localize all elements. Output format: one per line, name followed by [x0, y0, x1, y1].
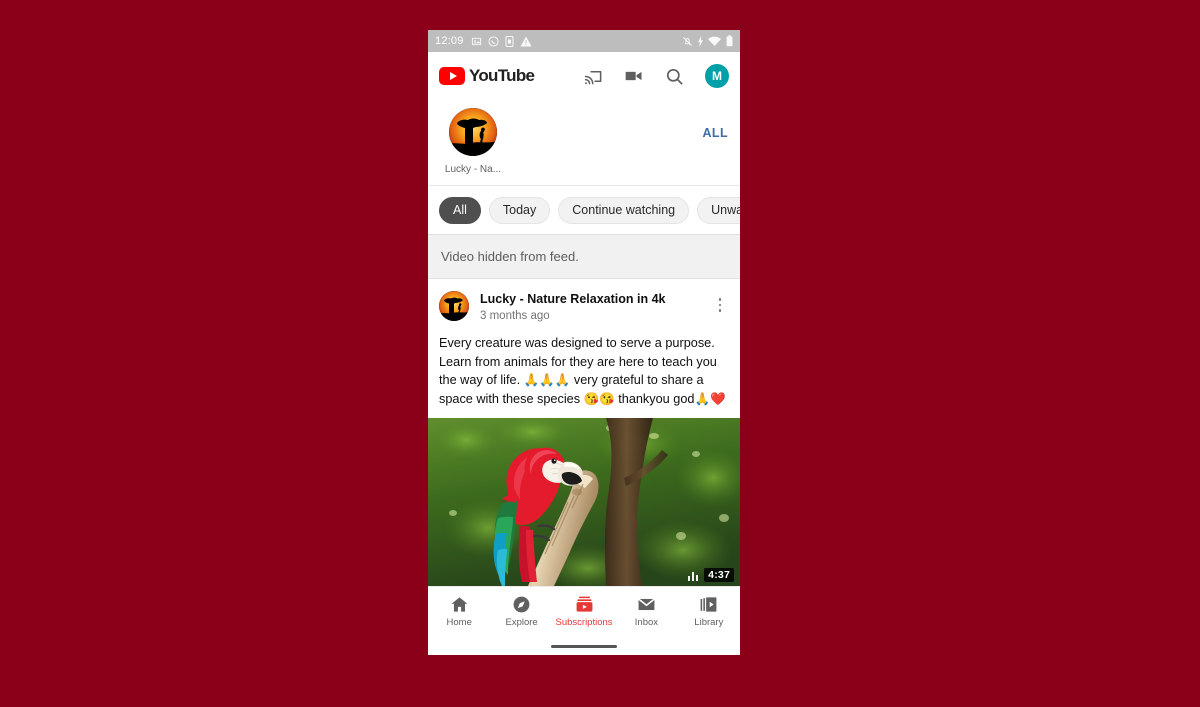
- filter-chip-all[interactable]: All: [439, 196, 481, 224]
- sim-card-icon: [505, 35, 514, 47]
- post-timestamp: 3 months ago: [480, 310, 550, 322]
- post-body-part3: thankyou god: [614, 391, 695, 406]
- charging-icon: [698, 35, 703, 47]
- video-camera-icon[interactable]: [624, 66, 644, 86]
- channel-strip-item-label: Lucky - Na...: [444, 164, 502, 175]
- kissing-face-emoji-group: 😘😘: [583, 391, 615, 406]
- praying-hands-heart-emoji-group: 🙏❤️: [694, 391, 726, 406]
- compass-icon: [513, 596, 530, 613]
- wifi-icon: [708, 36, 721, 46]
- account-initial: M: [712, 69, 722, 83]
- warning-icon: [520, 36, 532, 46]
- gesture-navigation-bar: [428, 636, 740, 655]
- nav-item-subscriptions-label: Subscriptions: [555, 617, 613, 628]
- equalizer-icon: [687, 570, 698, 581]
- more-vertical-icon[interactable]: [711, 291, 729, 312]
- filter-chip-unwatched[interactable]: Unwatched: [697, 196, 740, 224]
- battery-icon: [726, 35, 733, 47]
- post-body-text: Every creature was designed to serve a p…: [428, 322, 740, 418]
- nav-item-library[interactable]: Library: [678, 595, 740, 628]
- filter-chip-continue-watching[interactable]: Continue watching: [558, 196, 690, 224]
- nav-item-inbox-label: Inbox: [634, 617, 659, 628]
- post-meta: Lucky - Nature Relaxation in 4k 3 months…: [480, 291, 665, 322]
- cast-icon[interactable]: [584, 67, 603, 86]
- bottom-navigation-bar: Home Explore Subscriptions Inbox Library: [428, 586, 740, 636]
- video-duration-badge: 4:37: [704, 568, 734, 582]
- channel-strip-all-button[interactable]: ALL: [703, 126, 729, 140]
- library-icon: [700, 597, 717, 612]
- post-header: Lucky - Nature Relaxation in 4k 3 months…: [428, 279, 740, 322]
- video-hidden-banner-text: Video hidden from feed.: [441, 249, 579, 264]
- post-channel-name[interactable]: Lucky - Nature Relaxation in 4k: [480, 292, 665, 306]
- gesture-pill[interactable]: [551, 645, 617, 648]
- youtube-play-icon: [439, 67, 465, 85]
- status-bar: 12:09: [428, 30, 740, 52]
- envelope-icon: [638, 598, 655, 611]
- channel-strip-item[interactable]: Lucky - Na...: [440, 108, 506, 175]
- nav-item-home-label: Home: [446, 617, 472, 628]
- subscriptions-icon: [576, 596, 592, 612]
- filter-chip-today[interactable]: Today: [488, 196, 551, 224]
- status-bar-clock: 12:09: [435, 35, 464, 47]
- home-icon: [451, 597, 468, 612]
- savanna-sunset-avatar: [449, 108, 497, 156]
- status-bar-left-icons: [471, 35, 532, 47]
- scarlet-macaw-image: [428, 418, 740, 586]
- nav-item-subscriptions[interactable]: Subscriptions: [553, 595, 615, 628]
- video-hidden-banner: Video hidden from feed.: [428, 234, 740, 279]
- phone-screen: 12:09 YouTube M Lucky - Na... ALL All To…: [428, 30, 740, 655]
- nav-item-inbox[interactable]: Inbox: [615, 595, 677, 628]
- nav-item-explore[interactable]: Explore: [490, 595, 552, 628]
- whatsapp-icon: [487, 35, 499, 47]
- video-thumbnail[interactable]: 4:37: [428, 418, 740, 586]
- account-avatar[interactable]: M: [705, 64, 729, 88]
- status-bar-right-icons: [682, 35, 733, 47]
- praying-hands-emoji-group: 🙏🙏🙏: [523, 373, 571, 387]
- nav-item-home[interactable]: Home: [428, 595, 490, 628]
- nav-item-explore-label: Explore: [505, 617, 538, 628]
- nav-item-library-label: Library: [694, 617, 724, 628]
- ringer-muted-icon: [683, 36, 692, 46]
- youtube-logo[interactable]: YouTube: [439, 66, 535, 86]
- filter-chips: All Today Continue watching Unwatched: [428, 186, 740, 234]
- screenshot-icon: [471, 37, 481, 45]
- app-bar-actions: M: [584, 64, 729, 88]
- channel-strip: Lucky - Na... ALL: [428, 100, 740, 186]
- youtube-wordmark: YouTube: [469, 66, 535, 85]
- search-icon[interactable]: [665, 67, 684, 86]
- post-channel-avatar[interactable]: [439, 291, 469, 321]
- youtube-app-bar: YouTube M: [428, 52, 740, 100]
